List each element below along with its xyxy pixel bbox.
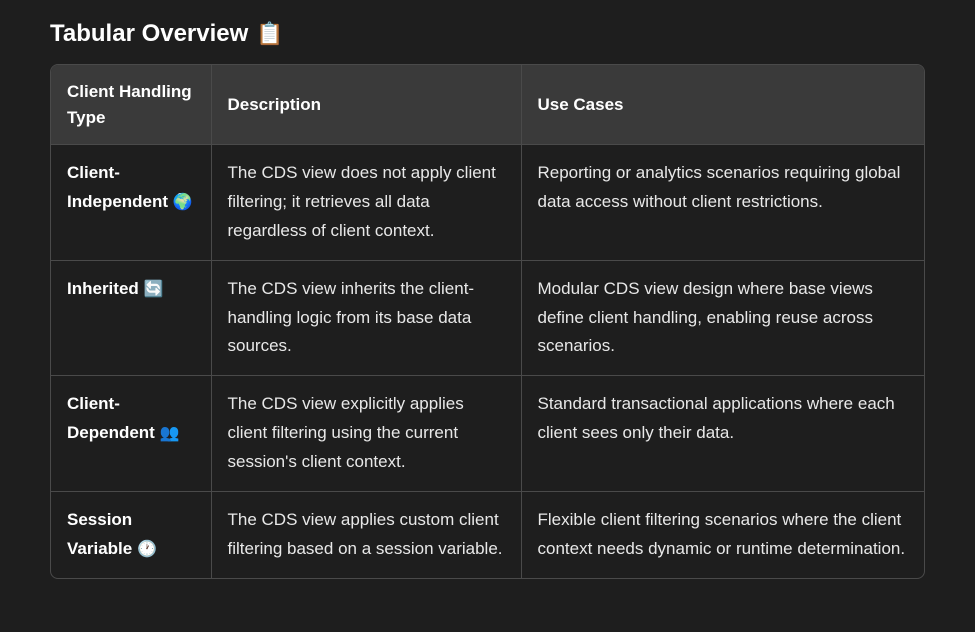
clipboard-icon: 📋 xyxy=(256,21,283,47)
header-usecases: Use Cases xyxy=(521,65,924,145)
header-type: Client Handling Type xyxy=(51,65,211,145)
cell-usecases: Standard transactional applications wher… xyxy=(521,376,924,492)
refresh-icon: 🔄 xyxy=(144,281,164,298)
table-row: Client-Independent 🌍 The CDS view does n… xyxy=(51,145,924,261)
type-label: Inherited xyxy=(67,279,139,298)
cell-type: Client-Independent 🌍 xyxy=(51,145,211,261)
cell-type: Inherited 🔄 xyxy=(51,260,211,376)
type-label: Client-Independent xyxy=(67,163,168,211)
people-icon: 👥 xyxy=(160,425,180,442)
cell-description: The CDS view applies custom client filte… xyxy=(211,492,521,578)
globe-icon: 🌍 xyxy=(173,194,193,211)
heading-title: Tabular Overview xyxy=(50,20,248,48)
cell-type: Client-Dependent 👥 xyxy=(51,376,211,492)
cell-usecases: Modular CDS view design where base views… xyxy=(521,260,924,376)
overview-table: Client Handling Type Description Use Cas… xyxy=(51,65,924,578)
type-label: Client-Dependent xyxy=(67,394,155,442)
header-description: Description xyxy=(211,65,521,145)
cell-description: The CDS view does not apply client filte… xyxy=(211,145,521,261)
table-row: Session Variable 🕐 The CDS view applies … xyxy=(51,492,924,578)
overview-table-wrapper: Client Handling Type Description Use Cas… xyxy=(50,64,925,579)
type-label: Session Variable xyxy=(67,510,132,558)
table-row: Inherited 🔄 The CDS view inherits the cl… xyxy=(51,260,924,376)
cell-type: Session Variable 🕐 xyxy=(51,492,211,578)
cell-description: The CDS view inherits the client-handlin… xyxy=(211,260,521,376)
table-header-row: Client Handling Type Description Use Cas… xyxy=(51,65,924,145)
clock-icon: 🕐 xyxy=(137,541,157,558)
page-heading: Tabular Overview 📋 xyxy=(50,20,925,48)
cell-description: The CDS view explicitly applies client f… xyxy=(211,376,521,492)
table-row: Client-Dependent 👥 The CDS view explicit… xyxy=(51,376,924,492)
cell-usecases: Reporting or analytics scenarios requiri… xyxy=(521,145,924,261)
cell-usecases: Flexible client filtering scenarios wher… xyxy=(521,492,924,578)
